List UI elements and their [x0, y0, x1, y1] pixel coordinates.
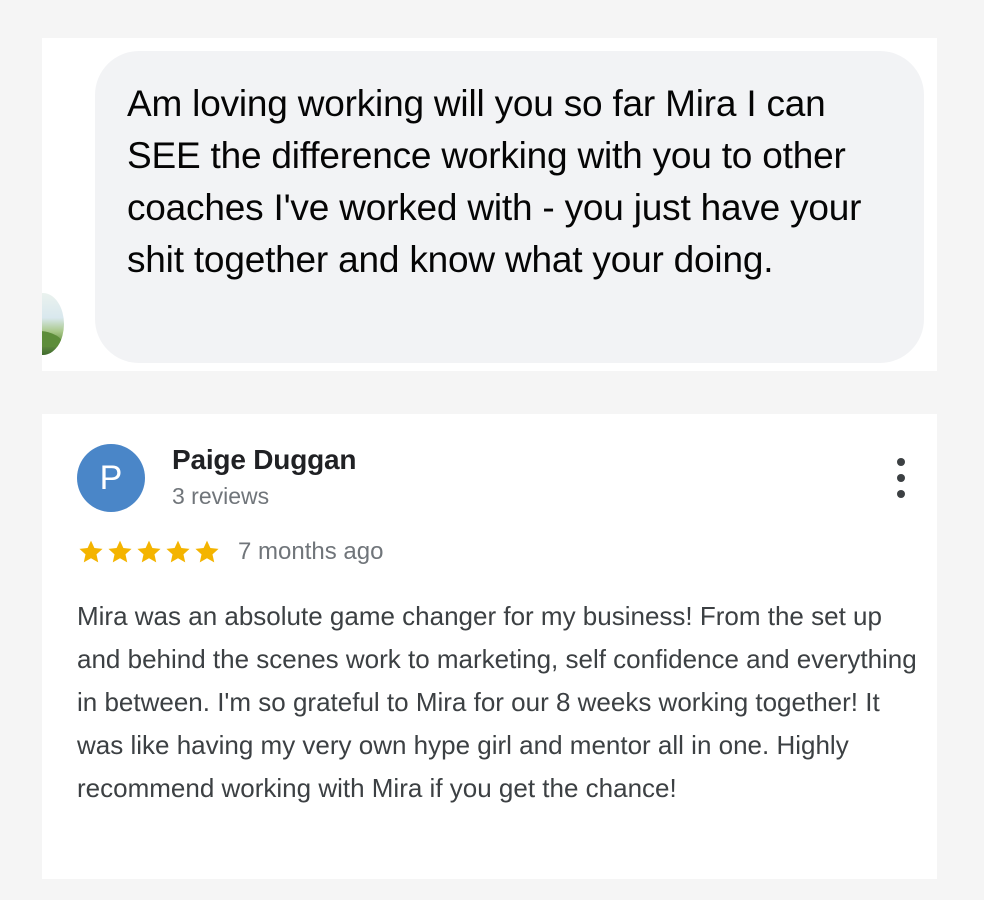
star-icon [166, 540, 190, 563]
reviewer-review-count[interactable]: 3 reviews [172, 483, 269, 510]
star-icon [195, 540, 219, 563]
review-date: 7 months ago [238, 538, 384, 565]
star-icon [108, 540, 132, 563]
message-card: Am loving working will you so far Mira I… [42, 38, 937, 371]
message-bubble: Am loving working will you so far Mira I… [95, 51, 924, 363]
review-card: P Paige Duggan 3 reviews 7 months ago Mi… [42, 414, 937, 879]
more-dot [897, 458, 905, 466]
sender-avatar[interactable] [42, 293, 64, 355]
reviewer-name[interactable]: Paige Duggan [172, 444, 356, 476]
message-text: Am loving working will you so far Mira I… [127, 83, 862, 280]
star-icon [137, 540, 161, 563]
star-rating [77, 538, 221, 566]
more-vert-icon[interactable] [889, 458, 913, 498]
rating-row: 7 months ago [77, 536, 383, 568]
avatar-landscape-hill [42, 331, 64, 347]
review-text: Mira was an absolute game changer for my… [77, 601, 917, 803]
more-dot [897, 490, 905, 498]
reviewer-avatar[interactable]: P [77, 444, 145, 512]
star-icon [79, 540, 103, 563]
more-dot [897, 474, 905, 482]
